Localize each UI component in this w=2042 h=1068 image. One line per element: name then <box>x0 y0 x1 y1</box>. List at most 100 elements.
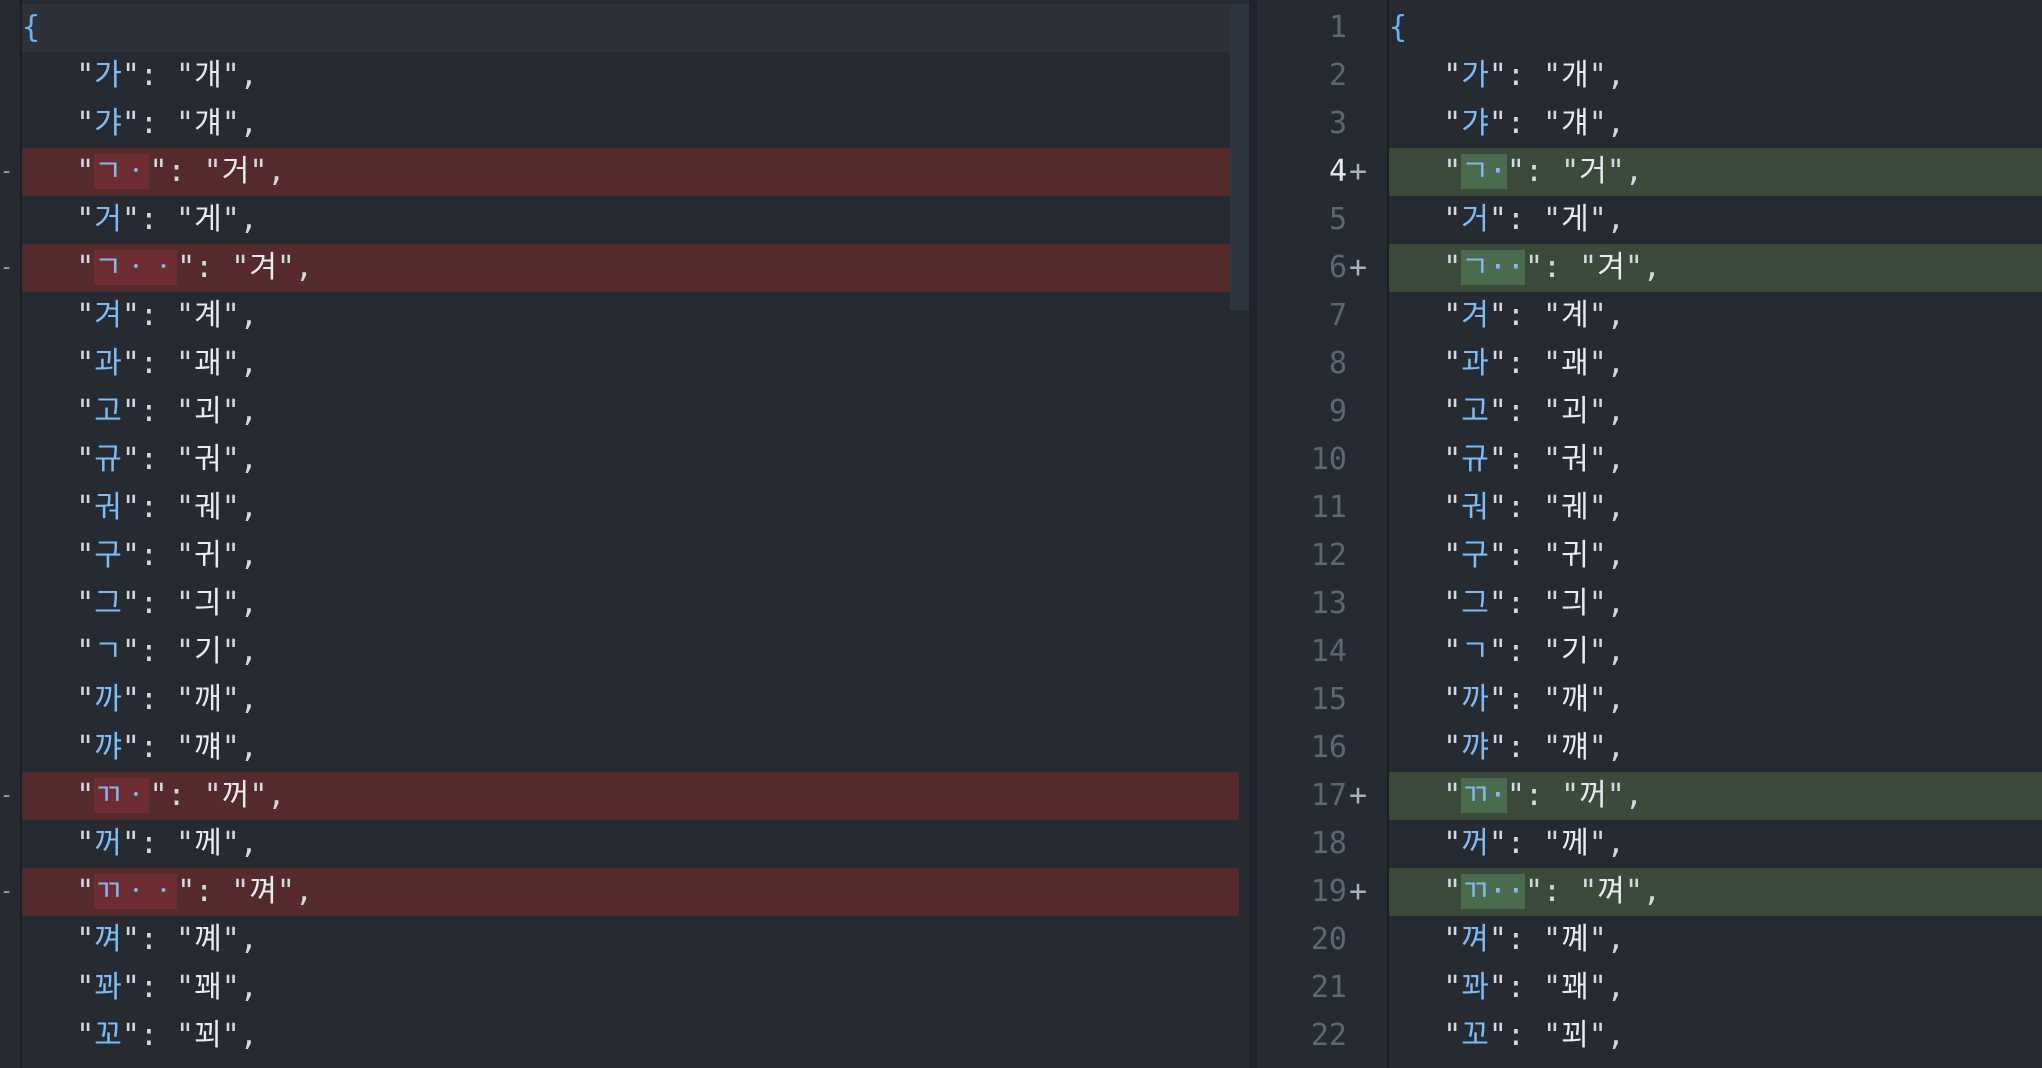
quote: " <box>176 682 195 717</box>
diff-line-left[interactable]: - "ㄱㆍ": "거", <box>0 148 1257 196</box>
quote: ", <box>1588 586 1625 621</box>
json-key: 까 <box>94 682 122 717</box>
json-value: 개 <box>194 58 222 93</box>
quote: ", <box>221 106 258 141</box>
diff-line-right[interactable]: 20 "껴": "꼐", <box>1257 916 2042 964</box>
diff-line-right[interactable]: 6 + "ㄱ··": "겨", <box>1257 244 2042 292</box>
diff-line-left[interactable]: "꼬": "꾀", <box>0 1012 1257 1060</box>
diff-line-left[interactable]: { <box>0 4 1257 52</box>
code-text: "껴": "꼐", <box>22 916 258 964</box>
quote: " <box>1543 394 1562 429</box>
diff-line-right[interactable]: 16 "꺄": "꺠", <box>1257 724 2042 772</box>
quote: " <box>76 202 95 237</box>
changed-chars: ㄲㆍㆍ <box>94 874 178 909</box>
json-value: 괘 <box>194 346 222 381</box>
diff-line-right[interactable]: 15 "까": "깨", <box>1257 676 2042 724</box>
quote: " <box>76 778 95 813</box>
diff-line-left[interactable]: "고": "괴", <box>0 388 1257 436</box>
quote: ", <box>221 922 258 957</box>
diff-line-left[interactable]: "갸": "걔", <box>0 100 1257 148</box>
quote: " <box>1543 730 1562 765</box>
diff-line-right[interactable]: 2 "가": "개", <box>1257 52 2042 100</box>
code-text: "꺄": "꺠", <box>22 724 258 772</box>
quote: " <box>1543 346 1562 381</box>
quote: ", <box>221 682 258 717</box>
json-value: 거 <box>221 154 250 189</box>
diff-line-right[interactable]: 7 "겨": "계", <box>1257 292 2042 340</box>
code-line-content: "ㄱ": "기", <box>22 628 1239 676</box>
quote: ": <box>1524 250 1580 285</box>
quote: " <box>76 922 95 957</box>
diff-line-left[interactable]: "구": "귀", <box>0 532 1257 580</box>
diff-line-right[interactable]: 5 "거": "게", <box>1257 196 2042 244</box>
diff-line-left[interactable]: - "ㄱㆍㆍ": "겨", <box>0 244 1257 292</box>
code-line-content: "껴": "꼐", <box>1389 916 2042 964</box>
quote: " <box>1543 682 1562 717</box>
diff-line-right[interactable]: 17 + "ㄲ·": "꺼", <box>1257 772 2042 820</box>
quote: ": <box>1488 730 1544 765</box>
diff-line-left[interactable]: "겨": "계", <box>0 292 1257 340</box>
modified-file-pane[interactable]: 1{2 "가": "개", 3 "갸": "걔", 4 + "ㄱ·": "거", 5 "… <box>1257 0 2042 1068</box>
diff-line-left[interactable]: "가": "개", <box>0 52 1257 100</box>
quote: ": <box>121 394 177 429</box>
diff-line-left[interactable]: "껴": "꼐", <box>0 916 1257 964</box>
diff-line-right[interactable]: 3 "갸": "걔", <box>1257 100 2042 148</box>
code-text: "꽈": "꽤", <box>1389 964 1625 1012</box>
diff-line-right[interactable]: 22 "꼬": "꾀", <box>1257 1012 2042 1060</box>
quote: ", <box>221 490 258 525</box>
diff-line-left[interactable]: "거": "게", <box>0 196 1257 244</box>
json-value: 겨 <box>1597 250 1625 285</box>
code-text: "ㄱ": "기", <box>22 628 258 676</box>
quote: ": <box>1488 58 1544 93</box>
diff-line-left[interactable]: - "ㄲㆍ": "꺼", <box>0 772 1257 820</box>
diff-line-right[interactable]: 8 "과": "괘", <box>1257 340 2042 388</box>
right-code-lines: 1{2 "가": "개", 3 "갸": "걔", 4 + "ㄱ·": "거", 5 "… <box>1257 4 2042 1060</box>
diff-line-right[interactable]: 11 "궈": "궤", <box>1257 484 2042 532</box>
json-value: 껴 <box>249 874 277 909</box>
diff-line-left[interactable]: - "ㄲㆍㆍ": "껴", <box>0 868 1257 916</box>
diff-line-left[interactable]: "ㄱ": "기", <box>0 628 1257 676</box>
original-file-pane[interactable]: { "가": "개", "갸": "걔", - "ㄱㆍ": "거", "거": "… <box>0 0 1257 1068</box>
diff-line-left[interactable]: "꺄": "꺠", <box>0 724 1257 772</box>
diff-line-left[interactable]: "궈": "궤", <box>0 484 1257 532</box>
quote: " <box>1443 730 1462 765</box>
diff-line-right[interactable]: 18 "꺼": "께", <box>1257 820 2042 868</box>
code-text: "거": "게", <box>22 196 258 244</box>
json-key: ㄱㆍㆍ <box>94 250 178 285</box>
json-key: ㄱ· <box>1461 154 1507 189</box>
code-line-content: "껴": "꼐", <box>22 916 1239 964</box>
code-text: "까": "깨", <box>1389 676 1625 724</box>
quote: " <box>76 154 95 189</box>
quote: " <box>1443 778 1462 813</box>
diff-line-right[interactable]: 1{ <box>1257 4 2042 52</box>
diff-line-left[interactable]: "과": "괘", <box>0 340 1257 388</box>
diff-line-right[interactable]: 21 "꽈": "꽤", <box>1257 964 2042 1012</box>
diff-line-right[interactable]: 9 "고": "괴", <box>1257 388 2042 436</box>
quote: " <box>76 394 95 429</box>
quote: ", <box>1588 1018 1625 1053</box>
quote: ": <box>1524 874 1580 909</box>
diff-line-right[interactable]: 10 "규": "궈", <box>1257 436 2042 484</box>
pane-separator[interactable] <box>1249 0 1257 1068</box>
diff-line-right[interactable]: 4 + "ㄱ·": "거", <box>1257 148 2042 196</box>
diff-line-left[interactable]: "규": "궈", <box>0 436 1257 484</box>
diff-line-left[interactable]: "꽈": "꽤", <box>0 964 1257 1012</box>
quote: " <box>1561 778 1580 813</box>
code-text: "갸": "걔", <box>1389 100 1625 148</box>
quote: " <box>1543 442 1562 477</box>
diff-line-right[interactable]: 19 + "ㄲ··": "껴", <box>1257 868 2042 916</box>
quote: ", <box>1588 106 1625 141</box>
diff-line-right[interactable]: 13 "그": "긔", <box>1257 580 2042 628</box>
quote: " <box>76 730 95 765</box>
line-number: 21 <box>1310 970 1347 1005</box>
diff-line-left[interactable]: "까": "깨", <box>0 676 1257 724</box>
code-line-content: "ㄲ··": "껴", <box>1389 868 2042 916</box>
diff-line-left[interactable]: "그": "긔", <box>0 580 1257 628</box>
diff-line-left[interactable]: "꺼": "께", <box>0 820 1257 868</box>
json-value: 꺠 <box>194 730 222 765</box>
code-line-content: "구": "귀", <box>1389 532 2042 580</box>
vertical-scrollbar[interactable] <box>1230 4 1250 310</box>
diff-line-right[interactable]: 12 "구": "귀", <box>1257 532 2042 580</box>
diff-line-right[interactable]: 14 "ㄱ": "기", <box>1257 628 2042 676</box>
json-value: 괴 <box>194 394 222 429</box>
